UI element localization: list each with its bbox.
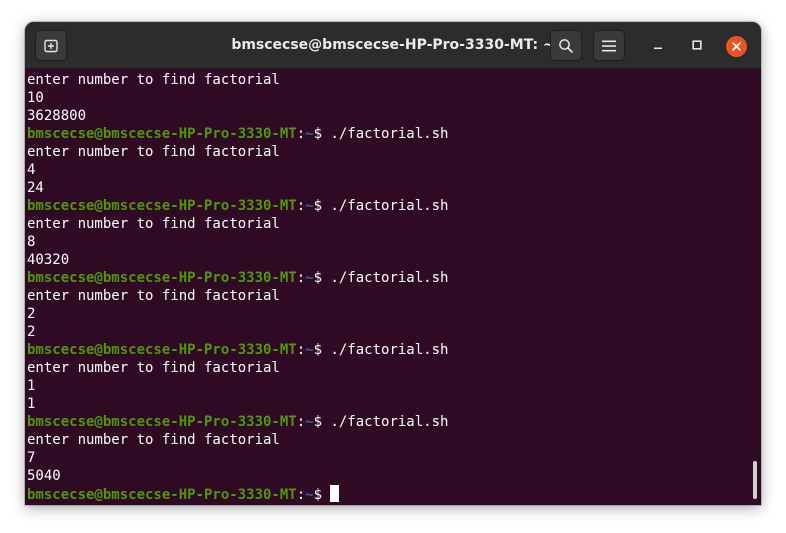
output-line: 2	[27, 323, 745, 341]
output-text: enter number to find factorial	[27, 360, 280, 376]
output-text: 7	[27, 450, 36, 466]
text-cursor	[330, 485, 340, 502]
menu-button[interactable]	[593, 30, 625, 61]
command-text: ./factorial.sh	[330, 198, 449, 214]
prompt-path: ~	[305, 342, 314, 358]
new-tab-button[interactable]	[35, 30, 67, 61]
output-line: 40320	[27, 251, 745, 269]
output-text: enter number to find factorial	[27, 144, 280, 160]
prompt-path: ~	[305, 126, 314, 142]
prompt-path: ~	[305, 487, 314, 503]
prompt-path: ~	[305, 270, 314, 286]
minimize-icon	[653, 37, 663, 55]
output-line: 24	[27, 179, 745, 197]
output-text: 2	[27, 324, 36, 340]
output-line: 4	[27, 161, 745, 179]
close-button[interactable]	[725, 35, 747, 57]
output-line: 7	[27, 449, 745, 467]
output-text: 40320	[27, 252, 70, 268]
output-text: 5040	[27, 468, 61, 484]
output-line: enter number to find factorial	[27, 359, 745, 377]
output-line: enter number to find factorial	[27, 431, 745, 449]
prompt-dollar: $	[313, 414, 331, 430]
prompt-user-host: bmscecse@bmscecse-HP-Pro-3330-MT	[27, 342, 297, 358]
scrollbar-thumb[interactable]	[753, 461, 757, 499]
terminal-window: bmscecse@bmscecse-HP-Pro-3330-MT: ~ ente…	[25, 22, 761, 505]
output-text: enter number to find factorial	[27, 432, 280, 448]
output-line: enter number to find factorial	[27, 71, 745, 89]
output-line: 8	[27, 233, 745, 251]
prompt-dollar: $	[313, 198, 331, 214]
prompt-user-host: bmscecse@bmscecse-HP-Pro-3330-MT	[27, 270, 297, 286]
output-line: 10	[27, 89, 745, 107]
prompt-user-host: bmscecse@bmscecse-HP-Pro-3330-MT	[27, 487, 297, 503]
prompt-line: bmscecse@bmscecse-HP-Pro-3330-MT:~$	[27, 485, 745, 503]
window-title: bmscecse@bmscecse-HP-Pro-3330-MT: ~	[231, 37, 555, 53]
command-text: ./factorial.sh	[330, 414, 449, 430]
output-line: enter number to find factorial	[27, 287, 745, 305]
prompt-dollar: $	[313, 270, 331, 286]
maximize-icon	[692, 37, 702, 55]
prompt-colon: :	[296, 414, 306, 430]
output-line: 1	[27, 377, 745, 395]
output-line: 5040	[27, 467, 745, 485]
prompt-line: bmscecse@bmscecse-HP-Pro-3330-MT:~$ ./fa…	[27, 269, 745, 287]
prompt-user-host: bmscecse@bmscecse-HP-Pro-3330-MT	[27, 126, 297, 142]
prompt-colon: :	[296, 198, 306, 214]
prompt-path: ~	[305, 414, 314, 430]
output-line: enter number to find factorial	[27, 215, 745, 233]
output-text: 4	[27, 162, 36, 178]
output-text: 10	[27, 90, 44, 106]
output-line: 1	[27, 395, 745, 413]
prompt-user-host: bmscecse@bmscecse-HP-Pro-3330-MT	[27, 198, 297, 214]
prompt-dollar: $	[313, 126, 331, 142]
prompt-dollar: $	[313, 342, 331, 358]
output-text: 1	[27, 378, 36, 394]
prompt-colon: :	[296, 487, 306, 503]
maximize-button[interactable]	[686, 35, 708, 57]
search-button[interactable]	[550, 30, 582, 61]
output-line: 2	[27, 305, 745, 323]
search-icon	[558, 38, 574, 54]
prompt-line: bmscecse@bmscecse-HP-Pro-3330-MT:~$ ./fa…	[27, 125, 745, 143]
prompt-user-host: bmscecse@bmscecse-HP-Pro-3330-MT	[27, 414, 297, 430]
prompt-path: ~	[305, 198, 314, 214]
output-text: 8	[27, 234, 36, 250]
title-bar[interactable]: bmscecse@bmscecse-HP-Pro-3330-MT: ~	[25, 22, 761, 69]
output-text: enter number to find factorial	[27, 72, 280, 88]
prompt-dollar: $	[313, 487, 331, 503]
command-text: ./factorial.sh	[330, 270, 449, 286]
prompt-colon: :	[296, 342, 306, 358]
prompt-colon: :	[296, 126, 306, 142]
minimize-button[interactable]	[647, 35, 669, 57]
output-text: 3628800	[27, 108, 87, 124]
prompt-colon: :	[296, 270, 306, 286]
output-line: enter number to find factorial	[27, 143, 745, 161]
prompt-line: bmscecse@bmscecse-HP-Pro-3330-MT:~$ ./fa…	[27, 413, 745, 431]
output-text: 1	[27, 396, 36, 412]
output-text: 2	[27, 306, 36, 322]
output-text: 24	[27, 180, 44, 196]
hamburger-menu-icon	[602, 40, 616, 52]
prompt-line: bmscecse@bmscecse-HP-Pro-3330-MT:~$ ./fa…	[27, 341, 745, 359]
output-text: enter number to find factorial	[27, 216, 280, 232]
command-text: ./factorial.sh	[330, 126, 449, 142]
prompt-line: bmscecse@bmscecse-HP-Pro-3330-MT:~$ ./fa…	[27, 197, 745, 215]
terminal-output[interactable]: enter number to find factorial 10 3628800 b…	[27, 71, 745, 505]
command-text: ./factorial.sh	[330, 342, 449, 358]
close-icon	[725, 35, 747, 57]
output-line: 3628800	[27, 107, 745, 125]
output-text: enter number to find factorial	[27, 288, 280, 304]
new-tab-icon	[43, 38, 59, 54]
